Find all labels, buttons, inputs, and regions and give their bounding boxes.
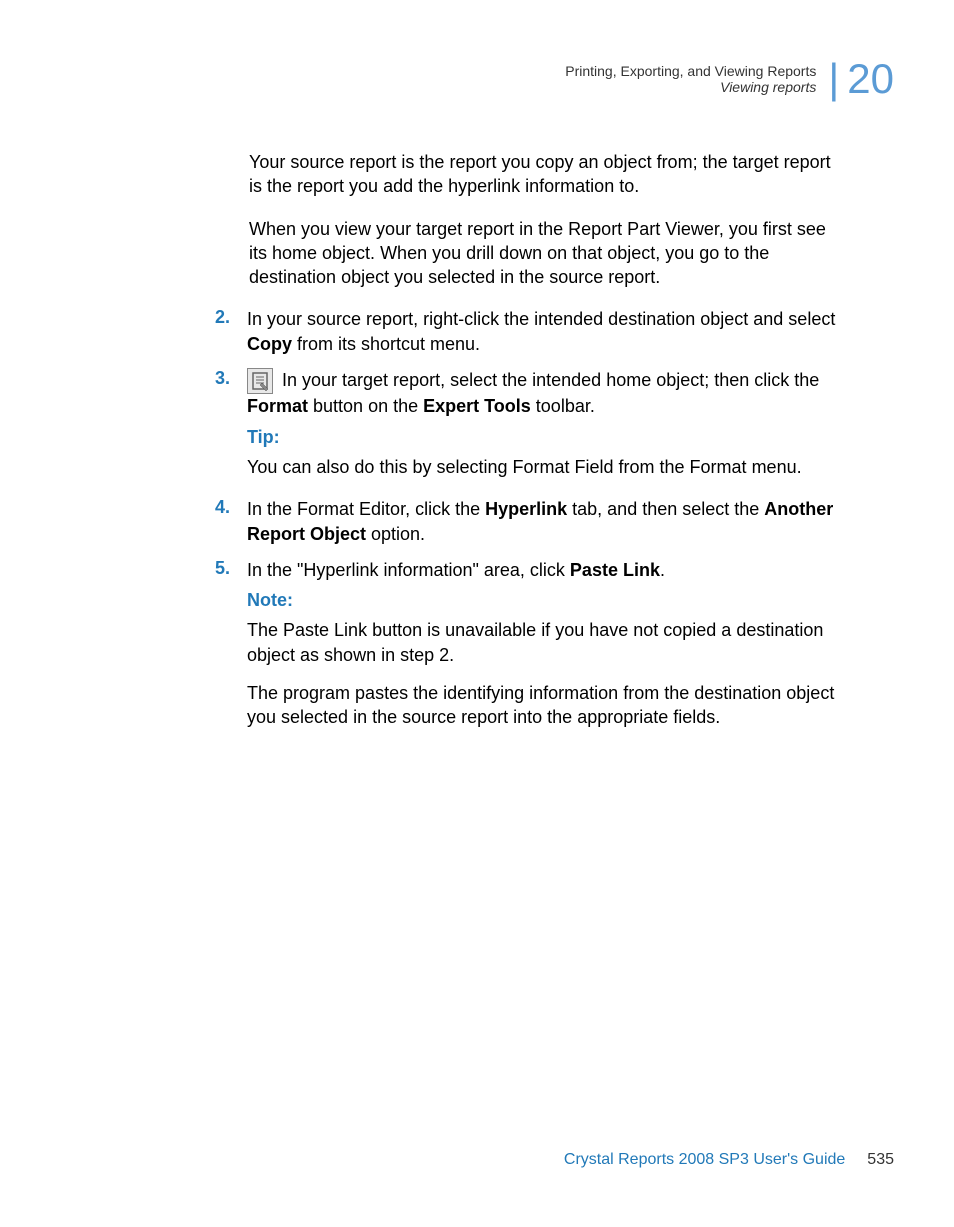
step-4: 4. In the Format Editor, click the Hyper… bbox=[215, 497, 847, 552]
footer-guide-title: Crystal Reports 2008 SP3 User's Guide bbox=[564, 1151, 845, 1169]
step-3-content: In your target report, select the intend… bbox=[247, 368, 847, 485]
step-2-content: In your source report, right-click the i… bbox=[247, 307, 847, 362]
step-4-text-2: tab, and then select the bbox=[567, 499, 764, 519]
step-5-text-1: In the "Hyperlink information" area, cli… bbox=[247, 560, 570, 580]
step-3: 3. In your target report, select the int… bbox=[215, 368, 847, 485]
step-number-5: 5. bbox=[215, 558, 233, 736]
chapter-number: 20 bbox=[847, 58, 894, 100]
step-3-text-1: In your target report, select the intend… bbox=[277, 370, 819, 390]
step-3-text-3: toolbar. bbox=[531, 396, 595, 416]
step-3-bold-expert-tools: Expert Tools bbox=[423, 396, 531, 416]
step-2-bold-copy: Copy bbox=[247, 334, 292, 354]
step-5-bold-paste-link: Paste Link bbox=[570, 560, 660, 580]
step-3-text-2: button on the bbox=[308, 396, 423, 416]
step-3-bold-format: Format bbox=[247, 396, 308, 416]
step-4-bold-hyperlink: Hyperlink bbox=[485, 499, 567, 519]
step-5-content: In the "Hyperlink information" area, cli… bbox=[247, 558, 847, 736]
page-footer: Crystal Reports 2008 SP3 User's Guide 53… bbox=[564, 1151, 894, 1169]
step-5-final-para: The program pastes the identifying infor… bbox=[247, 681, 847, 730]
step-number-3: 3. bbox=[215, 368, 233, 485]
intro-paragraph-1: Your source report is the report you cop… bbox=[249, 150, 847, 199]
header-section-subtitle: Viewing reports bbox=[565, 79, 816, 95]
page-header: Printing, Exporting, and Viewing Reports… bbox=[565, 58, 894, 100]
step-number-2: 2. bbox=[215, 307, 233, 362]
tip-label: Tip: bbox=[247, 425, 847, 449]
step-number-4: 4. bbox=[215, 497, 233, 552]
tip-text: You can also do this by selecting Format… bbox=[247, 455, 847, 479]
step-4-text-1: In the Format Editor, click the bbox=[247, 499, 485, 519]
footer-page-number: 535 bbox=[867, 1151, 894, 1169]
page-content: Your source report is the report you cop… bbox=[117, 150, 847, 742]
step-4-text-3: option. bbox=[366, 524, 425, 544]
step-5-text-2: . bbox=[660, 560, 665, 580]
header-text-block: Printing, Exporting, and Viewing Reports… bbox=[565, 63, 816, 95]
step-5: 5. In the "Hyperlink information" area, … bbox=[215, 558, 847, 736]
step-2: 2. In your source report, right-click th… bbox=[215, 307, 847, 362]
note-text: The Paste Link button is unavailable if … bbox=[247, 618, 847, 667]
note-label: Note: bbox=[247, 588, 847, 612]
step-2-text-1: In your source report, right-click the i… bbox=[247, 309, 835, 329]
format-icon bbox=[247, 368, 273, 394]
intro-paragraph-2: When you view your target report in the … bbox=[249, 217, 847, 290]
header-chapter-title: Printing, Exporting, and Viewing Reports bbox=[565, 63, 816, 79]
step-2-text-2: from its shortcut menu. bbox=[292, 334, 480, 354]
header-divider: | bbox=[828, 58, 839, 100]
step-4-content: In the Format Editor, click the Hyperlin… bbox=[247, 497, 847, 552]
